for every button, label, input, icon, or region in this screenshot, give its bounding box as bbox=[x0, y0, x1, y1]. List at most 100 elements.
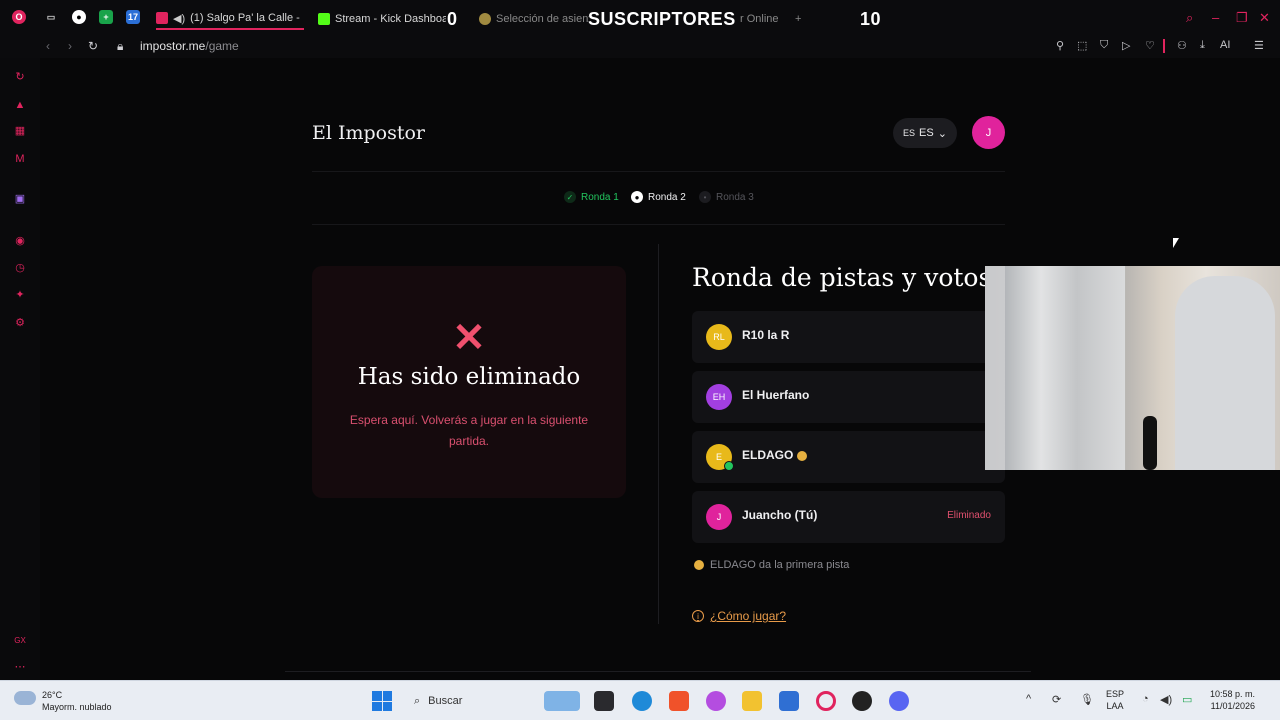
player-name-text: ELDAGO bbox=[742, 448, 794, 462]
site-icon bbox=[479, 13, 491, 25]
round-step-2: ● Ronda 2 bbox=[631, 191, 686, 203]
player-avatar: EH bbox=[706, 384, 732, 410]
overlay-counter-right: 10 bbox=[860, 9, 882, 29]
player-avatar: J bbox=[706, 504, 732, 530]
tab-islands-icon[interactable]: ▭ bbox=[44, 10, 58, 24]
url-field[interactable]: impostor.me/game bbox=[140, 39, 239, 53]
tab-kick[interactable]: Stream - Kick Dashboard bbox=[318, 8, 446, 30]
weather-widget[interactable]: 26°C Mayorm. nublado bbox=[14, 689, 112, 713]
address-bar: ‹ › ↻ 🔒︎ impostor.me/game ⚲ ⬚ ⛉ ▷ ♡ ⚇ ⤓ … bbox=[0, 36, 1280, 58]
edge-icon[interactable] bbox=[632, 691, 652, 711]
wallet-icon[interactable]: ▲ bbox=[13, 98, 27, 112]
outlook-icon[interactable] bbox=[779, 691, 799, 711]
player-row[interactable]: EH El Huerfano bbox=[692, 371, 1005, 423]
windows-start-icon[interactable] bbox=[372, 691, 392, 711]
windows-taskbar: 26°C Mayorm. nublado ⌕ Buscar ^ ⟳ 🎙︎ ESP… bbox=[0, 680, 1280, 720]
discord-icon[interactable] bbox=[889, 691, 909, 711]
first-clue-text: ELDAGO da la primera pista bbox=[710, 559, 850, 571]
language-selector[interactable]: ES ES ⌄ bbox=[893, 118, 957, 148]
forward-icon[interactable]: › bbox=[68, 39, 72, 53]
tray-chevron-icon[interactable]: ^ bbox=[1026, 693, 1031, 705]
back-icon[interactable]: ‹ bbox=[46, 39, 50, 53]
language-label: ES bbox=[919, 127, 934, 139]
player-name: Juancho (Tú) bbox=[742, 508, 818, 522]
round-label: Ronda 1 bbox=[581, 191, 619, 203]
player-name: ELDAGO bbox=[742, 448, 808, 462]
how-to-play-link[interactable]: i ¿Cómo jugar? bbox=[692, 609, 786, 623]
kick-icon bbox=[318, 13, 330, 25]
extensions-icon[interactable]: ✦ bbox=[13, 288, 27, 302]
browser-sidebar: ↻ ▲ ▦ M ▣ ◉ ◷ ✦ ⚙ GX ⋯ bbox=[0, 58, 40, 680]
folder-icon[interactable] bbox=[742, 691, 762, 711]
pin-icon[interactable]: ⚲ bbox=[1056, 39, 1064, 52]
battery-icon[interactable]: ▭ bbox=[1182, 693, 1192, 706]
avatar[interactable]: J bbox=[972, 116, 1005, 149]
round-label: Ronda 3 bbox=[716, 191, 754, 203]
player-row[interactable]: E ELDAGO bbox=[692, 431, 1005, 483]
mail-icon[interactable]: M bbox=[13, 152, 27, 166]
search-placeholder: Buscar bbox=[428, 695, 463, 707]
first-turn-icon bbox=[797, 450, 808, 461]
pinned-tab-icon[interactable]: ● bbox=[72, 10, 86, 24]
pinned-sheets-icon[interactable]: + bbox=[99, 10, 113, 24]
clock-icon[interactable]: ◷ bbox=[13, 261, 27, 275]
history-sidebar-icon[interactable]: ↻ bbox=[13, 70, 27, 84]
twitch-icon[interactable]: ▣ bbox=[13, 192, 27, 206]
adblock-icon[interactable]: ⛉ bbox=[1100, 39, 1108, 52]
player-row[interactable]: RL R10 la R bbox=[692, 311, 1005, 363]
section-title: Ronda de pistas y votos bbox=[692, 263, 992, 292]
lang-top: ESP bbox=[1106, 689, 1125, 699]
page-title[interactable]: El Impostor bbox=[312, 122, 425, 144]
browser-tab-bar: O ▭ ● + 17 ◀) (1) Salgo Pa' la Calle - S… bbox=[0, 0, 1280, 36]
snapshot-icon[interactable]: ⬚ bbox=[1077, 39, 1087, 52]
clock[interactable]: 10:58 p. m. 11/01/2026 bbox=[1210, 688, 1255, 712]
search-tabs-icon[interactable]: ⌕ bbox=[1186, 10, 1193, 26]
volume-icon[interactable]: ◀) bbox=[1160, 693, 1172, 706]
pinned-calendar-icon[interactable]: 17 bbox=[126, 10, 140, 24]
tab-seats[interactable]: Selección de asient bbox=[479, 8, 589, 30]
player-icon[interactable]: ◉ bbox=[13, 234, 27, 248]
microphone-icon[interactable]: 🎙︎ bbox=[1080, 693, 1094, 706]
restore-icon[interactable]: ❐ bbox=[1236, 10, 1248, 26]
tab-label: Selección de asient bbox=[496, 13, 589, 25]
eliminated-tag: Eliminado bbox=[947, 510, 991, 521]
sun-icon bbox=[694, 560, 704, 570]
tab-label: r Online bbox=[740, 13, 779, 25]
gx-icon[interactable]: GX bbox=[13, 634, 27, 648]
time: 10:58 p. m. bbox=[1210, 689, 1256, 699]
ai-button[interactable]: AI bbox=[1220, 39, 1230, 51]
terminal-icon[interactable] bbox=[594, 691, 614, 711]
settings-icon[interactable]: ⚙ bbox=[13, 316, 27, 330]
more-icon[interactable]: ⋯ bbox=[13, 660, 27, 674]
search-highlight-icon[interactable] bbox=[544, 691, 580, 711]
url-path: /game bbox=[205, 39, 239, 53]
reload-icon[interactable]: ↻ bbox=[88, 39, 98, 53]
opera-logo-icon[interactable]: O bbox=[12, 10, 26, 24]
play-icon[interactable]: ▷ bbox=[1122, 39, 1130, 52]
weather-desc: Mayorm. nublado bbox=[42, 702, 112, 712]
sync-icon[interactable]: ⟳ bbox=[1052, 693, 1061, 706]
obs-icon[interactable] bbox=[852, 691, 872, 711]
webcam-microphone bbox=[1143, 416, 1157, 470]
heart-icon[interactable]: ♡ bbox=[1145, 39, 1155, 52]
copilot-icon[interactable] bbox=[706, 691, 726, 711]
eliminated-card: ✕ Has sido eliminado Espera aquí. Volver… bbox=[312, 266, 626, 498]
wifi-icon[interactable]: ◔ bbox=[1142, 693, 1149, 705]
toolbar-separator bbox=[1163, 39, 1165, 53]
menu-icon[interactable]: ☰ bbox=[1254, 39, 1264, 52]
tab-youtube[interactable]: ◀) (1) Salgo Pa' la Calle - bbox=[156, 8, 304, 30]
round-step-1: ✓ Ronda 1 bbox=[564, 191, 619, 203]
news-icon[interactable]: ▦ bbox=[13, 124, 27, 138]
profile-icon[interactable]: ⚇ bbox=[1177, 39, 1187, 52]
minimize-icon[interactable]: – bbox=[1212, 10, 1219, 25]
close-icon[interactable]: ✕ bbox=[1259, 10, 1270, 26]
download-icon[interactable]: ⤓ bbox=[1200, 39, 1205, 52]
ai-label: AI bbox=[1220, 39, 1231, 51]
input-language[interactable]: ESP LAA bbox=[1106, 688, 1124, 712]
new-tab-button[interactable]: + bbox=[795, 8, 807, 30]
weather-temp: 26°C bbox=[42, 690, 63, 700]
brave-icon[interactable] bbox=[669, 691, 689, 711]
tab-online[interactable]: r Online bbox=[740, 8, 790, 30]
player-row[interactable]: J Juancho (Tú) Eliminado bbox=[692, 491, 1005, 543]
opera-gx-icon[interactable] bbox=[816, 691, 836, 711]
